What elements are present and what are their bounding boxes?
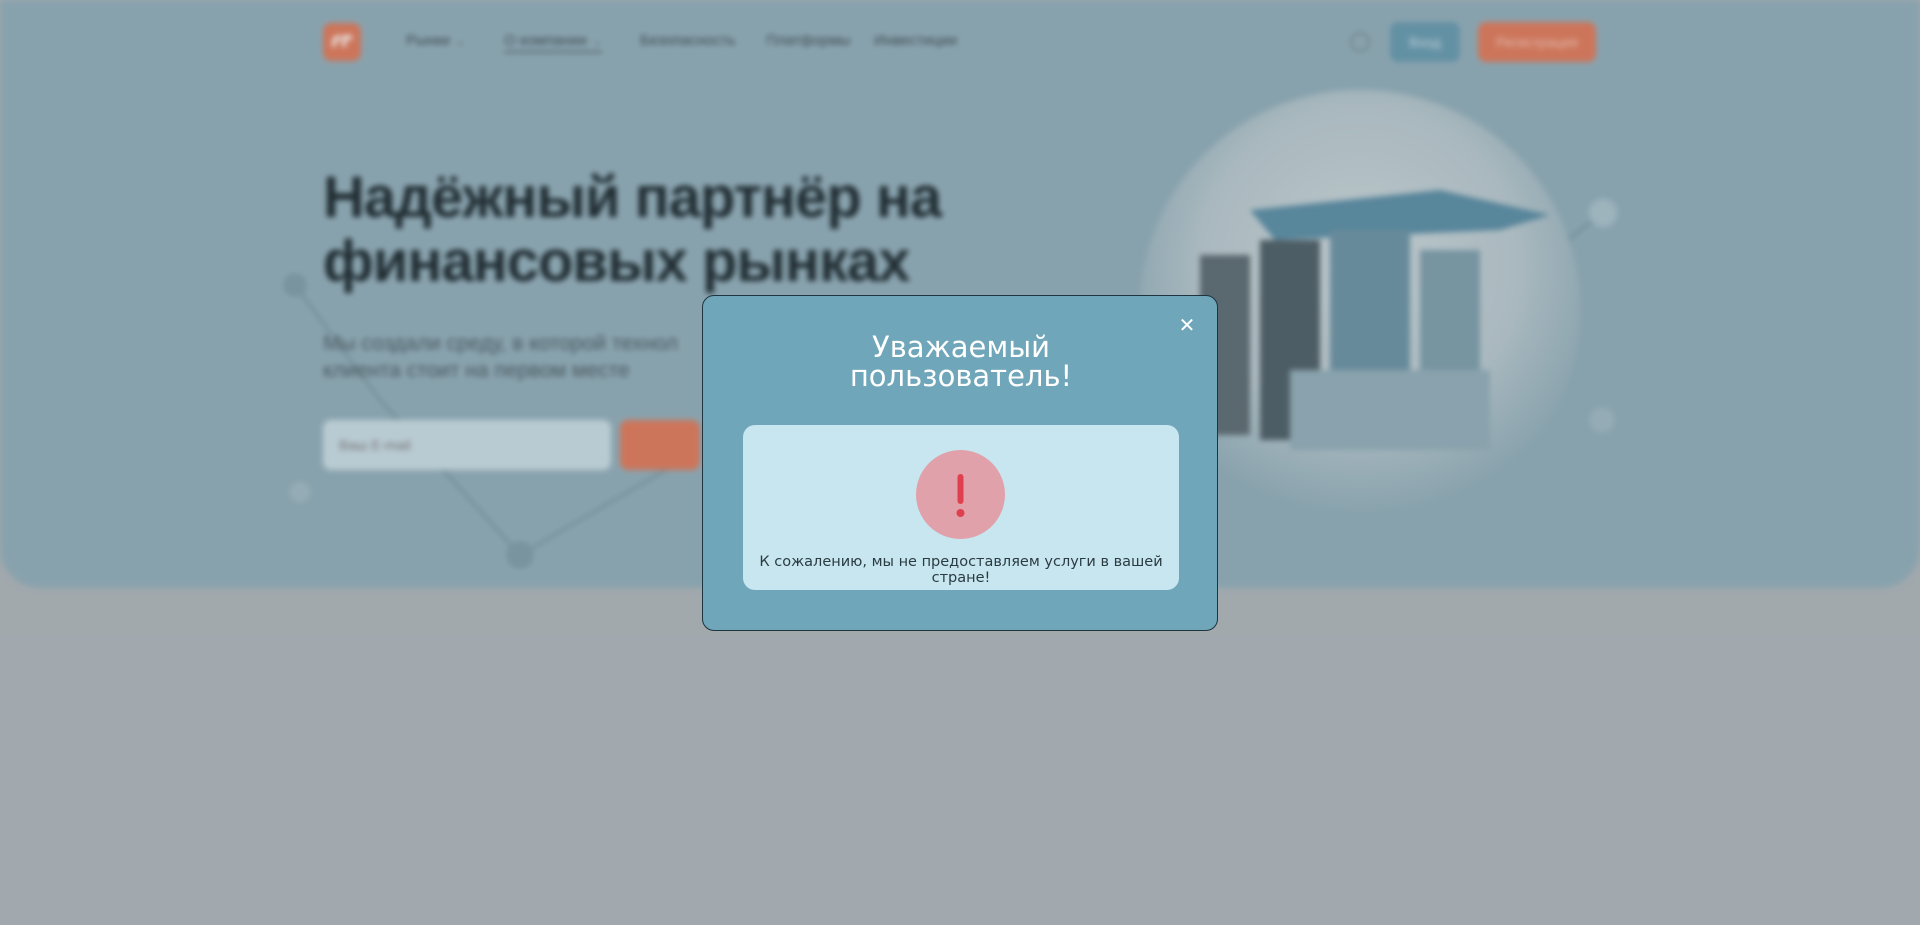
geo-restriction-modal: ✕ Уважаемый пользователь! К сожалению, м…: [702, 295, 1218, 631]
modal-title: Уважаемый пользователь!: [849, 330, 1073, 393]
alert-message: К сожалению, мы не предоставляем услуги …: [759, 554, 1163, 586]
alert-box: К сожалению, мы не предоставляем услуги …: [743, 425, 1179, 590]
exclamation-icon: [916, 450, 1005, 539]
